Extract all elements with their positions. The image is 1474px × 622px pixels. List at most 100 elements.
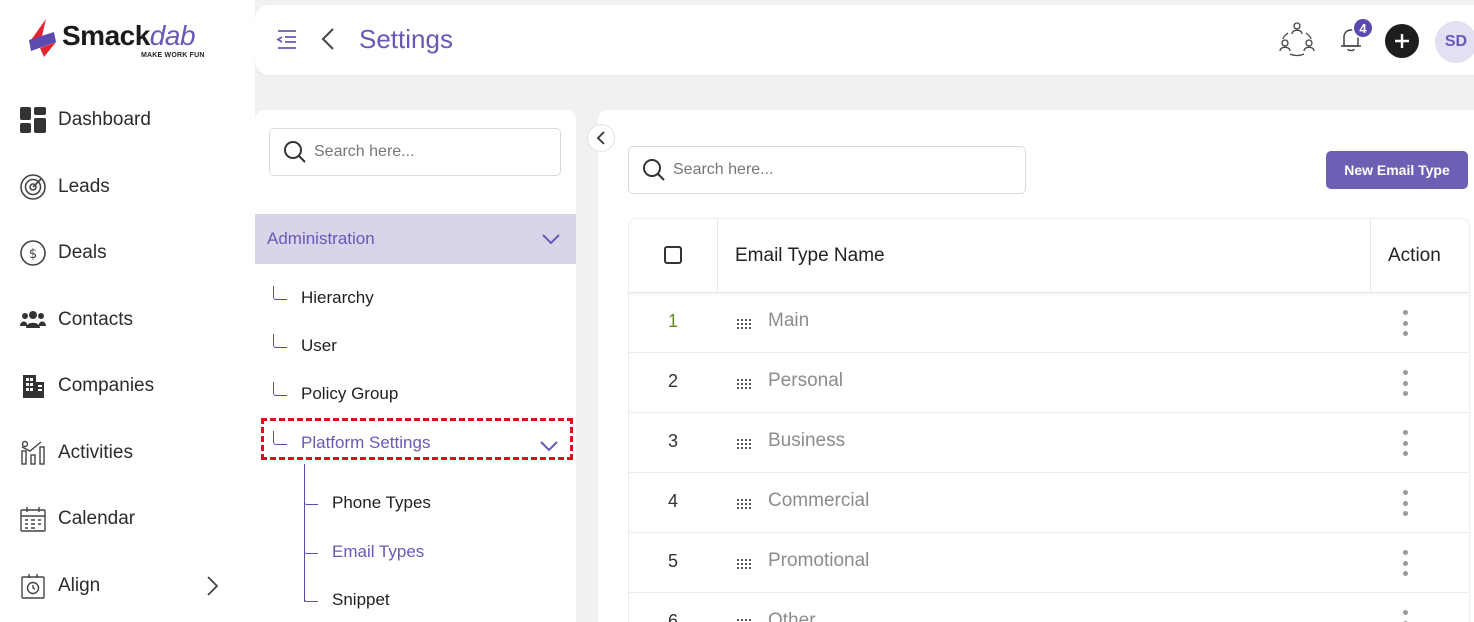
row-actions-kebab-icon[interactable] (1395, 548, 1415, 578)
tree-item-label: Phone Types (332, 493, 431, 512)
email-type-name: Personal (768, 370, 843, 391)
tree-item-label: User (301, 336, 337, 355)
email-types-search-box (628, 146, 1026, 194)
table-row[interactable]: 1 Main (629, 293, 1469, 353)
email-types-content: New Email Type Email Type Name Action 1 … (598, 110, 1474, 622)
dashboard-icon (18, 105, 48, 135)
left-navigation: Smackdab MAKE WORK FUN Dashboard Leads $… (0, 0, 255, 622)
email-types-table: Email Type Name Action 1 Main 2 Personal… (628, 218, 1470, 622)
nav-item-contacts[interactable]: Contacts (18, 300, 133, 340)
top-header: Settings 4 SD (255, 5, 1474, 75)
nav-label: Companies (58, 375, 155, 396)
chevron-left-icon (596, 131, 605, 145)
nav-label: Dashboard (58, 109, 151, 130)
nav-item-activities[interactable]: Activities (18, 433, 133, 473)
email-type-name: Business (768, 430, 846, 451)
email-type-name: Promotional (768, 550, 870, 571)
logo-mark-icon (29, 19, 56, 57)
nav-label: Leads (58, 176, 110, 197)
row-number: 4 (667, 491, 678, 511)
select-all-checkbox[interactable] (664, 246, 682, 264)
drag-handle-icon[interactable] (737, 317, 751, 329)
tree-item-email-types[interactable]: Email Types (304, 536, 424, 568)
section-label: Administration (267, 229, 375, 248)
chevron-down-icon (542, 234, 560, 245)
logo-name-part1: Smack (62, 20, 150, 51)
email-type-name: Commercial (768, 490, 870, 511)
row-number: 3 (667, 431, 678, 451)
settings-search-input[interactable] (314, 143, 560, 161)
nav-label: Deals (58, 242, 107, 263)
activities-icon (18, 438, 48, 468)
row-actions-kebab-icon[interactable] (1395, 608, 1415, 622)
target-icon (18, 172, 48, 202)
tree-item-label: Policy Group (301, 384, 399, 403)
row-number: 5 (667, 551, 678, 571)
table-row[interactable]: 3 Business (629, 413, 1469, 473)
table-row[interactable]: 5 Promotional (629, 533, 1469, 593)
user-avatar[interactable]: SD (1435, 21, 1474, 63)
tree-item-label: Snippet (332, 590, 390, 609)
nav-item-calendar[interactable]: Calendar (18, 499, 135, 539)
highlight-annotation (261, 418, 573, 460)
settings-search-box (269, 128, 561, 176)
nav-label: Contacts (58, 309, 133, 330)
table-header: Email Type Name Action (629, 219, 1469, 293)
calendar-icon (18, 504, 48, 534)
search-icon (643, 159, 665, 181)
tree-item-phone-types[interactable]: Phone Types (304, 487, 431, 519)
column-header-name: Email Type Name (735, 245, 885, 266)
collapse-panel-button[interactable] (587, 124, 615, 152)
email-types-search-input[interactable] (673, 161, 1025, 179)
table-row[interactable]: 6 Other (629, 593, 1469, 622)
tree-item-label: Email Types (332, 542, 425, 561)
drag-handle-icon[interactable] (737, 437, 751, 449)
page-title: Settings (359, 24, 453, 54)
tree-item-snippet[interactable]: Snippet (304, 584, 390, 616)
row-actions-kebab-icon[interactable] (1395, 428, 1415, 458)
table-row[interactable]: 4 Commercial (629, 473, 1469, 533)
email-type-name: Main (768, 310, 810, 331)
add-new-icon[interactable] (1385, 24, 1419, 58)
row-actions-kebab-icon[interactable] (1395, 368, 1415, 398)
nav-label: Activities (58, 442, 133, 463)
logo-tagline: MAKE WORK FUN (141, 52, 205, 59)
settings-side-panel: Administration Hierarchy User Policy Gro… (255, 110, 576, 622)
align-expand-chevron-icon[interactable] (200, 573, 224, 599)
team-network-icon[interactable] (1277, 19, 1317, 59)
nav-label: Calendar (58, 508, 136, 529)
search-icon (284, 141, 306, 163)
email-type-name: Other (768, 610, 816, 622)
back-arrow-icon[interactable] (319, 25, 337, 53)
column-header-action: Action (1388, 245, 1441, 266)
nav-label: Align (58, 575, 101, 596)
drag-handle-icon[interactable] (737, 617, 751, 622)
nav-item-leads[interactable]: Leads (18, 167, 110, 207)
nav-item-dashboard[interactable]: Dashboard (18, 100, 151, 140)
menu-collapse-icon[interactable] (275, 27, 299, 51)
tree-item-hierarchy[interactable]: Hierarchy (273, 282, 374, 314)
logo-name-part2: dab (149, 20, 196, 51)
new-email-type-button[interactable]: New Email Type (1326, 151, 1468, 189)
building-icon (18, 371, 48, 401)
nav-item-deals[interactable]: $ Deals (18, 233, 107, 273)
drag-handle-icon[interactable] (737, 557, 751, 569)
people-icon (18, 305, 48, 335)
row-number: 1 (667, 311, 678, 331)
row-actions-kebab-icon[interactable] (1395, 308, 1415, 338)
tree-item-user[interactable]: User (273, 330, 337, 362)
notification-count-badge: 4 (1352, 17, 1374, 39)
dollar-icon: $ (18, 238, 48, 268)
tree-item-label: Hierarchy (301, 288, 374, 307)
drag-handle-icon[interactable] (737, 377, 751, 389)
table-row[interactable]: 2 Personal (629, 353, 1469, 413)
administration-section-header[interactable]: Administration (255, 214, 576, 264)
nav-item-align[interactable]: Align (18, 566, 100, 606)
row-number: 6 (667, 611, 678, 622)
tree-item-policy-group[interactable]: Policy Group (273, 378, 398, 410)
svg-text:$: $ (29, 247, 37, 262)
row-actions-kebab-icon[interactable] (1395, 488, 1415, 518)
drag-handle-icon[interactable] (737, 497, 751, 509)
align-icon (18, 571, 48, 601)
nav-item-companies[interactable]: Companies (18, 366, 154, 406)
